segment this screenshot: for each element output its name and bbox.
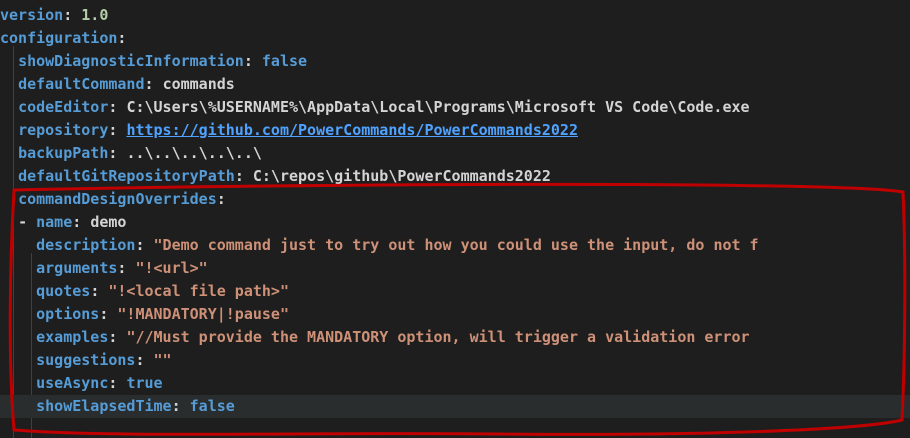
yaml-separator: : [117,29,127,47]
code-line[interactable]: configuration: [0,27,910,50]
yaml-value: 1.0 [81,6,109,24]
yaml-value: true [126,374,163,392]
yaml-key: configuration [0,29,118,47]
yaml-value: ..\..\..\..\..\ [126,144,262,162]
code-line[interactable]: suggestions: "" [0,349,910,372]
yaml-separator: : [108,121,127,139]
code-line[interactable]: - name: demo [0,211,910,234]
yaml-separator: : [108,98,127,116]
yaml-value: "!MANDATORY|!pause" [117,305,289,323]
yaml-separator: : [108,374,127,392]
yaml-key: showDiagnosticInformation [18,52,244,70]
code-line[interactable]: defaultGitRepositoryPath: C:\repos\githu… [0,165,910,188]
code-line[interactable]: useAsync: true [0,372,910,395]
yaml-key: useAsync [36,374,109,392]
yaml-value: C:\Users\%USERNAME%\AppData\Local\Progra… [126,98,750,116]
yaml-value: demo [90,213,127,231]
yaml-key: suggestions [36,351,136,369]
yaml-key: repository [18,121,109,139]
code-line[interactable]: arguments: "!<url>" [0,257,910,280]
code-editor[interactable]: version: 1.0 configuration: showDiagnosti… [0,0,910,438]
yaml-separator: : [234,167,253,185]
yaml-key: examples [36,328,109,346]
code-line[interactable]: description: "Demo command just to try o… [0,234,910,257]
yaml-key: name [36,213,73,231]
yaml-separator: : [135,236,154,254]
yaml-key: defaultCommand [18,75,145,93]
code-line[interactable]: backupPath: ..\..\..\..\..\ [0,142,910,165]
yaml-separator: : [63,6,82,24]
yaml-key: backupPath [18,144,109,162]
yaml-value: false [261,52,308,70]
yaml-value: commands [162,75,235,93]
yaml-separator: : [90,282,109,300]
code-line[interactable]: version: 1.0 [0,4,910,27]
code-line[interactable]: showElapsedTime: false [0,395,910,418]
code-line[interactable]: quotes: "!<local file path>" [0,280,910,303]
yaml-separator: : [108,328,127,346]
yaml-key: defaultGitRepositoryPath [18,167,235,185]
yaml-key: options [36,305,100,323]
yaml-key: quotes [36,282,91,300]
yaml-key: codeEditor [18,98,109,116]
yaml-value: "Demo command just to try out how you co… [153,236,759,254]
code-line[interactable]: codeEditor: C:\Users\%USERNAME%\AppData\… [0,96,910,119]
yaml-separator: : [243,52,262,70]
yaml-separator: : [108,144,127,162]
yaml-separator: : [171,397,190,415]
code-line[interactable]: options: "!MANDATORY|!pause" [0,303,910,326]
yaml-separator: : [144,75,163,93]
code-line[interactable]: repository: https://github.com/PowerComm… [0,119,910,142]
yaml-separator: : [117,259,136,277]
yaml-separator: : [216,190,226,208]
yaml-value: "!<local file path>" [108,282,289,300]
code-line[interactable]: showDiagnosticInformation: false [0,50,910,73]
yaml-key: commandDesignOverrides [18,190,217,208]
yaml-separator: : [99,305,118,323]
code-line[interactable]: defaultCommand: commands [0,73,910,96]
yaml-separator: : [72,213,91,231]
yaml-key: version [0,6,64,24]
repository-link[interactable]: https://github.com/PowerCommands/PowerCo… [126,121,578,139]
code-line[interactable]: examples: "//Must provide the MANDATORY … [0,326,910,349]
yaml-value: "" [153,351,172,369]
yaml-key: showElapsedTime [36,397,172,415]
yaml-value: "!<url>" [135,259,208,277]
code-line[interactable]: commandDesignOverrides: [0,188,910,211]
yaml-value: false [189,397,235,415]
yaml-value: C:\repos\github\PowerCommands2022 [252,167,551,185]
yaml-separator: : [135,351,154,369]
yaml-key: arguments [36,259,118,277]
list-dash: - [18,213,37,231]
yaml-value: "//Must provide the MANDATORY option, wi… [126,328,750,346]
yaml-key: description [36,236,136,254]
